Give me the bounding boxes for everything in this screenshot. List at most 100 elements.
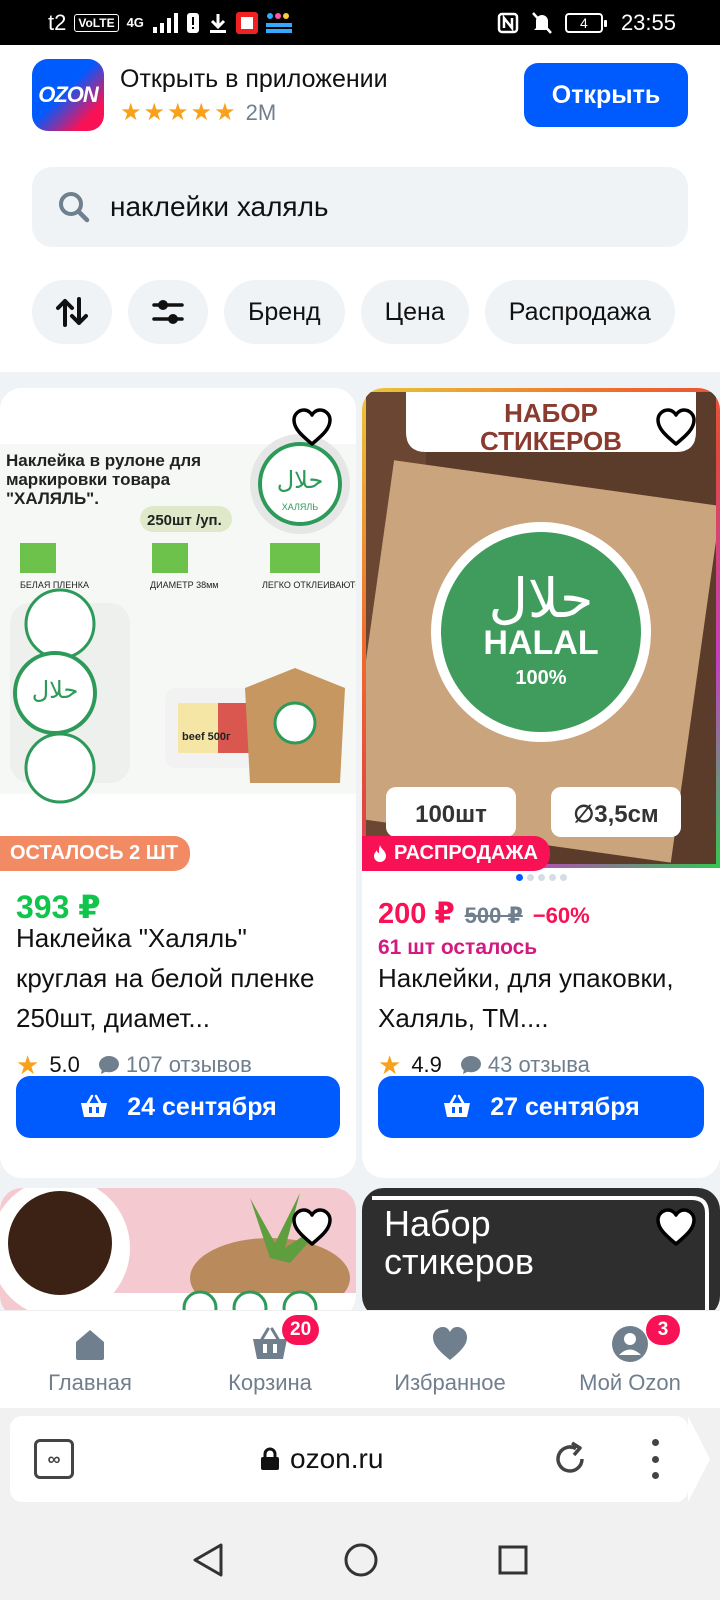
detmir-icon xyxy=(265,12,292,33)
star-icon: ★ xyxy=(214,98,236,126)
delivery-date: 24 сентября xyxy=(127,1092,277,1121)
image-heading-line3: "ХАЛЯЛЬ". xyxy=(6,489,99,508)
product-card[interactable]: Наклейка в рулоне для маркировки товара … xyxy=(0,388,356,1178)
back-icon[interactable] xyxy=(191,1542,225,1578)
nav-item-favorites[interactable]: Избранное xyxy=(360,1311,540,1408)
favorite-heart-icon[interactable] xyxy=(654,406,698,450)
app-rating: ★ ★ ★ ★ ★ 2M xyxy=(120,100,524,126)
tabs-icon[interactable]: ∞ xyxy=(34,1439,74,1479)
image-tray: beef 500г xyxy=(182,731,231,743)
app-banner-title: Открыть в приложении xyxy=(120,64,388,93)
profile-count-badge: 3 xyxy=(646,1315,680,1345)
more-menu-icon[interactable] xyxy=(650,1439,660,1479)
nav-item-profile[interactable]: Мой Ozon 3 xyxy=(540,1311,720,1408)
image-pack: 250шт /уп. xyxy=(147,512,222,529)
add-to-cart-button[interactable]: 24 сентября xyxy=(16,1076,340,1138)
star-icon: ★ xyxy=(120,98,142,126)
nav-label: Избранное xyxy=(394,1369,506,1395)
app-info: Открыть в приложении ★ ★ ★ ★ ★ 2M xyxy=(120,65,524,126)
search-icon xyxy=(59,192,90,223)
filter-settings-button[interactable] xyxy=(128,280,208,344)
sort-button[interactable] xyxy=(32,280,112,344)
alert-icon xyxy=(186,12,199,33)
carousel-dot xyxy=(548,874,556,881)
product-card[interactable] xyxy=(0,1188,356,1318)
carrier-label: t2 xyxy=(48,9,67,35)
favorite-heart-icon[interactable] xyxy=(290,1206,334,1250)
filter-chip-brand[interactable]: Бренд xyxy=(224,280,345,344)
carousel-dot xyxy=(526,874,534,881)
reviews-link[interactable]: 107 отзывов xyxy=(98,1052,252,1078)
image-feature-1: БЕЛАЯ ПЛЕНКА xyxy=(20,580,89,590)
signal-icon xyxy=(152,12,178,33)
discount-percent: −60% xyxy=(532,903,590,928)
image-halal: HALAL xyxy=(483,624,598,662)
carousel-dot xyxy=(515,874,523,881)
product-title[interactable]: Наклейка "Халяль" круглая на белой пленк… xyxy=(16,918,340,1038)
home-circle-icon[interactable] xyxy=(343,1542,379,1578)
nav-item-cart[interactable]: Корзина 20 xyxy=(180,1311,360,1408)
favorite-heart-icon[interactable] xyxy=(654,1206,698,1250)
image-carousel-dots xyxy=(362,874,720,881)
image-count: 100шт xyxy=(415,801,487,828)
image-heading-line1: Наклейка в рулоне для xyxy=(6,451,201,470)
url-display[interactable]: ozon.ru xyxy=(260,1443,383,1475)
filter-chip-sale[interactable]: Распродажа xyxy=(484,280,675,344)
filter-chip-price[interactable]: Цена xyxy=(360,280,469,344)
product-rating: ★ 5.0 107 отзывов xyxy=(16,1052,252,1078)
product-title[interactable]: Наклейки, для упаковки, Халяль, ТМ.... xyxy=(378,958,704,1038)
volte-badge: VoLTE xyxy=(74,13,119,32)
product-image-art: Наклейка в рулоне для маркировки товара … xyxy=(0,434,356,804)
reviews-link[interactable]: 43 отзыва xyxy=(460,1052,590,1078)
add-to-cart-button[interactable]: 27 сентября xyxy=(378,1076,704,1138)
image-feature-2: ДИАМЕТР 38мм xyxy=(150,580,218,590)
logo-text: OZON xyxy=(38,82,99,107)
product-card[interactable]: НАБОР СТИКЕРОВ حلال HALAL 100% 100шт ∅3,… xyxy=(362,388,720,1178)
app-notification-icon xyxy=(235,11,258,34)
sort-icon xyxy=(56,297,88,327)
search-input[interactable]: наклейки халяль xyxy=(32,167,688,247)
cart-count-badge: 20 xyxy=(282,1315,320,1345)
search-query: наклейки халяль xyxy=(110,191,329,222)
home-icon xyxy=(76,1329,104,1360)
reviews-count: 43 отзыва xyxy=(487,1052,590,1077)
ozon-logo: OZON xyxy=(32,59,104,131)
open-app-button[interactable]: Открыть xyxy=(524,63,688,127)
system-nav-bar xyxy=(0,1520,720,1600)
filter-bar: Бренд Цена Распродажа xyxy=(32,280,720,344)
product-image-inner: НАБОР СТИКЕРОВ حلال HALAL 100% 100шт ∅3,… xyxy=(366,392,716,864)
product-card[interactable]: Набор стикеров xyxy=(362,1188,720,1318)
download-icon xyxy=(209,13,226,33)
recents-icon[interactable] xyxy=(497,1544,529,1576)
favorite-heart-icon[interactable] xyxy=(290,406,334,450)
comment-icon xyxy=(98,1056,119,1074)
comment-icon xyxy=(460,1056,481,1074)
product-image[interactable]: Наклейка в рулоне для маркировки товара … xyxy=(0,388,356,808)
product-rating: ★ 4.9 43 отзыва xyxy=(378,1052,590,1078)
address-bar[interactable]: ∞ ozon.ru xyxy=(10,1416,710,1502)
product-image[interactable]: НАБОР СТИКЕРОВ حلال HALAL 100% 100шт ∅3,… xyxy=(362,388,720,868)
nfc-icon xyxy=(497,12,519,33)
status-right: 4 23:55 xyxy=(497,10,676,36)
browser-bar: ∞ ozon.ru xyxy=(0,1408,720,1520)
old-price: 500 ₽ xyxy=(464,903,523,928)
network-label: 4G xyxy=(126,15,144,30)
star-icon: ★ xyxy=(167,98,189,126)
rating-count: 2M xyxy=(245,99,277,125)
arabic-halal-text: حلال xyxy=(277,466,324,494)
nav-label: Мой Ozon xyxy=(579,1369,681,1395)
product-image-art: НАБОР СТИКЕРОВ حلال HALAL 100% 100шт ∅3,… xyxy=(366,392,716,864)
clock: 23:55 xyxy=(620,9,676,35)
image-heading-line1: НАБОР xyxy=(504,398,598,428)
cart-icon xyxy=(81,1094,108,1117)
sale-badge: РАСПРОДАЖА xyxy=(362,836,550,871)
reload-icon[interactable] xyxy=(550,1439,590,1479)
status-left: t2 VoLTE 4G xyxy=(48,10,292,36)
stock-badge: ОСТАЛОСЬ 2 ШТ xyxy=(0,836,191,871)
sale-badge-label: РАСПРОДАЖА xyxy=(394,842,538,864)
arabic-halal-text: حلال xyxy=(32,676,79,704)
nav-item-home[interactable]: Главная xyxy=(0,1311,180,1408)
battery-level: 4 xyxy=(580,14,588,31)
star-icon: ★ xyxy=(378,1050,402,1080)
carousel-dot xyxy=(537,874,545,881)
